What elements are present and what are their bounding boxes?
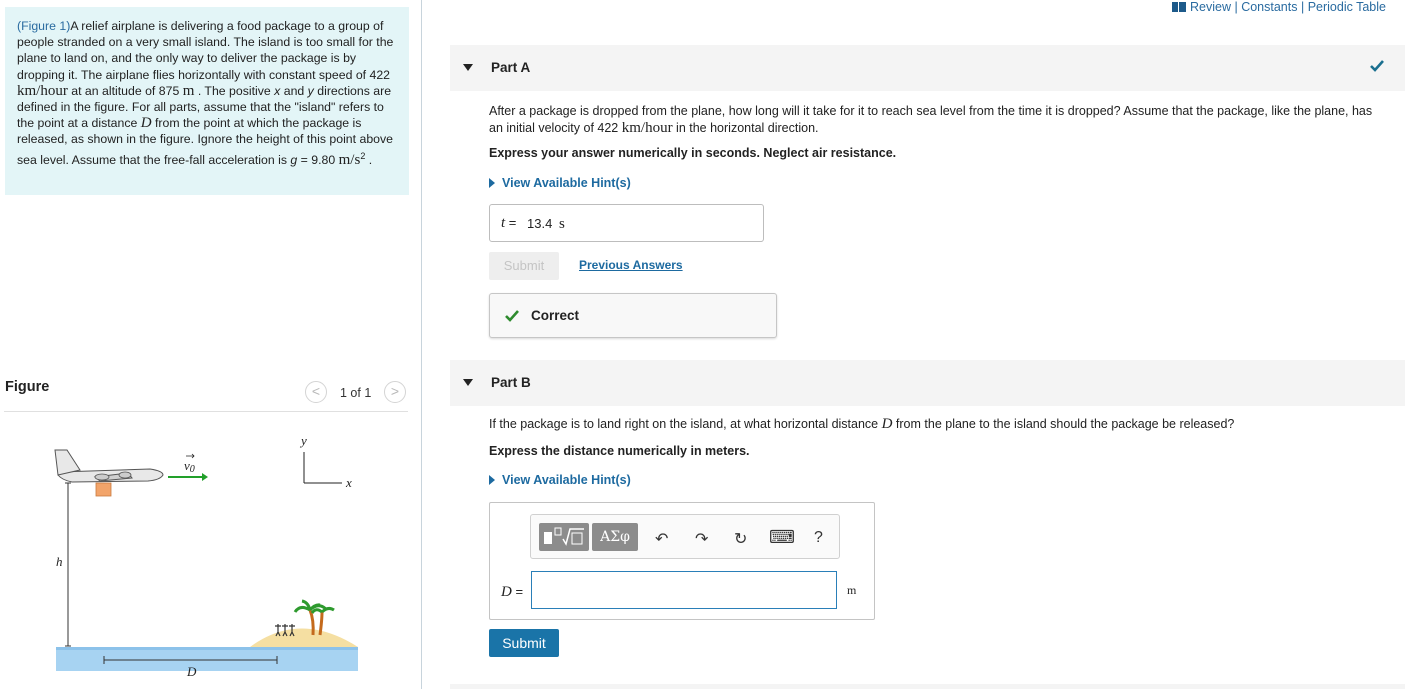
top-links: Review | Constants | Periodic Table	[1171, 0, 1386, 14]
separator: |	[1300, 0, 1305, 14]
chevron-left-icon: <	[311, 383, 321, 399]
y-axis-label: y	[299, 433, 307, 448]
templates-button[interactable]	[539, 523, 589, 551]
check-icon	[505, 310, 519, 322]
island	[250, 628, 358, 647]
sea-surface	[56, 647, 358, 650]
part-a-hint-link[interactable]: View Available Hint(s)	[489, 176, 631, 190]
answer-unit: m	[847, 583, 857, 597]
periodic-table-link[interactable]: Periodic Table	[1308, 0, 1386, 14]
math-toolbar: ΑΣφ ↶ ↷ ↻ ⌨ ?	[530, 514, 840, 559]
feedback-label: Correct	[531, 308, 580, 323]
help-icon[interactable]: ?	[814, 529, 823, 547]
part-b-instruction: Express the distance numerically in mete…	[489, 444, 750, 458]
airplane-icon	[54, 449, 164, 483]
v0-label: v0	[184, 458, 195, 475]
caret-right-icon	[489, 178, 495, 188]
part-a-submit-button: Submit	[489, 252, 559, 280]
caret-down-icon	[463, 64, 473, 71]
book-icon	[1171, 2, 1186, 12]
constants-link[interactable]: Constants	[1241, 0, 1297, 14]
part-b-question: If the package is to land right on the i…	[489, 416, 1235, 432]
part-a-label: Part A	[491, 60, 531, 75]
left-panel: (Figure 1)A relief airplane is deliverin…	[0, 0, 422, 689]
part-b-answer-box: ΑΣφ ↶ ↷ ↻ ⌨ ? D = m	[489, 502, 875, 620]
answer-variable: D	[501, 584, 512, 600]
part-a-header[interactable]: Part A	[450, 45, 1405, 91]
package-icon	[95, 482, 112, 497]
caret-right-icon	[489, 475, 495, 485]
answer-unit: s	[559, 216, 565, 232]
templates-icon	[544, 527, 584, 546]
height-label: h	[56, 554, 63, 569]
sea	[56, 647, 358, 671]
part-a-answer-box: t = 13.4 s	[489, 204, 764, 242]
part-a-instruction: Express your answer numerically in secon…	[489, 146, 897, 160]
check-icon	[1370, 60, 1384, 72]
part-b-header[interactable]: Part B	[450, 360, 1405, 406]
next-part-header	[450, 684, 1405, 689]
correct-feedback: Correct	[489, 293, 777, 338]
figure-counter: 1 of 1	[340, 386, 372, 400]
reset-icon[interactable]: ↻	[734, 529, 747, 549]
greek-symbols-button[interactable]: ΑΣφ	[592, 523, 638, 551]
problem-statement: (Figure 1)A relief airplane is deliverin…	[5, 7, 409, 195]
part-b-submit-button[interactable]: Submit	[489, 629, 559, 657]
redo-icon[interactable]: ↷	[695, 529, 708, 549]
previous-answers-link[interactable]: Previous Answers	[579, 258, 683, 272]
chevron-right-icon: >	[390, 383, 400, 399]
velocity-arrowhead	[202, 473, 208, 481]
figure-link[interactable]: (Figure 1)	[17, 19, 70, 33]
caret-down-icon	[463, 379, 473, 386]
prev-figure-button[interactable]: <	[305, 381, 327, 403]
figure-diagram: v0 y x h D	[54, 433, 358, 679]
answer-value: 13.4	[527, 216, 553, 231]
part-b-answer-input[interactable]	[531, 571, 837, 609]
part-b-label: Part B	[491, 375, 531, 390]
x-axis-label: x	[345, 475, 352, 490]
keyboard-icon[interactable]: ⌨	[769, 527, 795, 548]
separator: |	[1234, 0, 1238, 14]
speed-unit: km/hour	[17, 82, 68, 99]
figure-title: Figure	[5, 379, 50, 395]
figure-header: Figure < 1 of 1 >	[4, 378, 408, 412]
part-b-hint-link[interactable]: View Available Hint(s)	[489, 473, 631, 487]
review-link[interactable]: Review	[1190, 0, 1231, 14]
part-a-question: After a package is dropped from the plan…	[489, 104, 1373, 136]
distance-label: D	[186, 664, 197, 679]
next-figure-button[interactable]: >	[384, 381, 406, 403]
undo-icon[interactable]: ↶	[655, 529, 668, 549]
